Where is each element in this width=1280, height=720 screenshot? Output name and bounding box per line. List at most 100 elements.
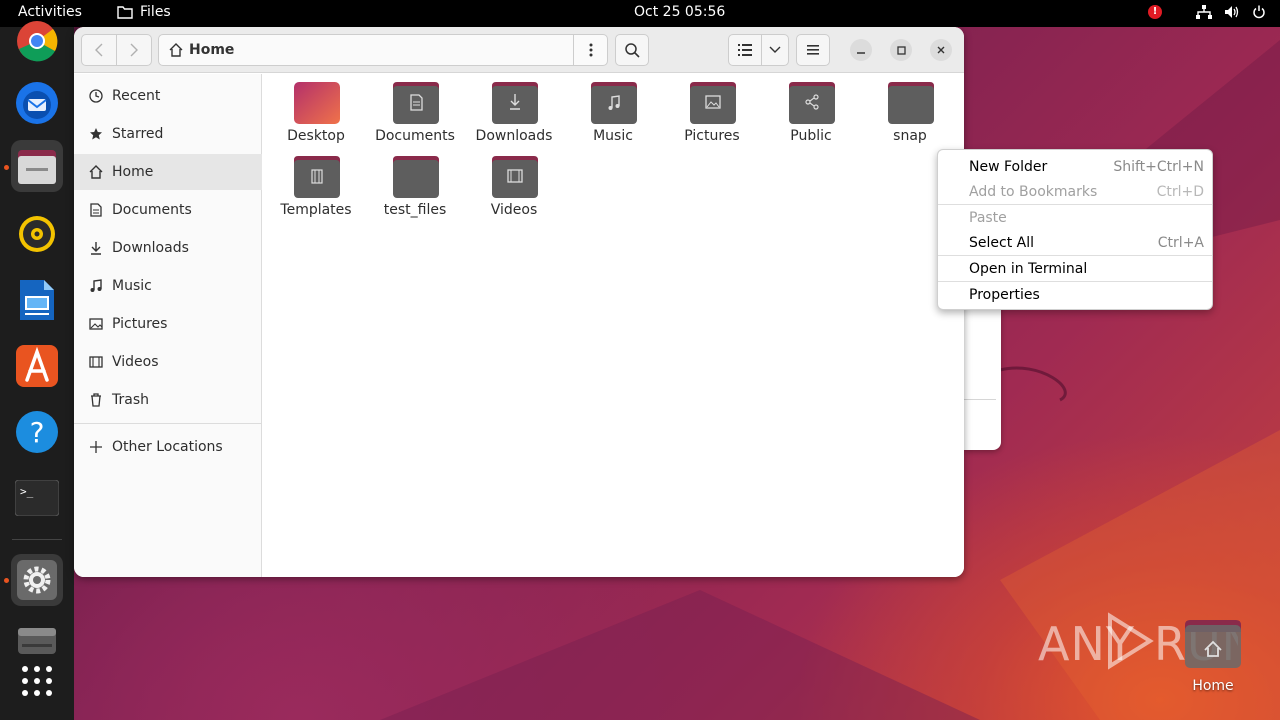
home-icon — [169, 43, 183, 57]
sidebar-item-home[interactable]: Home — [74, 154, 262, 190]
documents-folder-icon — [393, 82, 439, 124]
sidebar-item-starred[interactable]: Starred — [74, 116, 262, 152]
view-options-button[interactable] — [761, 34, 789, 66]
forward-button[interactable] — [116, 34, 152, 66]
folder-name: test_files — [383, 202, 447, 218]
menu-item-add-to-bookmarks[interactable]: Add to Bookmarks Ctrl+D — [938, 179, 1212, 204]
menu-item-label: Select All — [969, 234, 1034, 251]
downloads-folder-icon — [492, 82, 538, 124]
menu-item-paste[interactable]: Paste — [938, 205, 1212, 230]
folder-name: snap — [893, 128, 927, 144]
menu-item-shortcut: Ctrl+D — [1156, 183, 1204, 200]
app-menu-label: Files — [140, 4, 171, 20]
breadcrumb-home[interactable]: Home — [189, 42, 234, 58]
search-button[interactable] — [615, 34, 649, 66]
star-icon — [88, 126, 104, 142]
top-bar: Activities Files Oct 25 05:56 ! — [0, 0, 1280, 27]
app-center-icon[interactable] — [11, 340, 63, 392]
folder-name: Public — [790, 128, 832, 144]
sidebar-item-label: Starred — [112, 126, 164, 142]
home-icon — [88, 164, 104, 180]
sidebar-item-label: Pictures — [112, 316, 168, 332]
folder-videos[interactable]: Videos — [466, 148, 562, 218]
path-bar[interactable]: Home — [158, 34, 608, 66]
settings-icon[interactable] — [11, 554, 63, 606]
folder-test-files[interactable]: test_files — [367, 148, 463, 218]
menu-item-properties[interactable]: Properties — [938, 282, 1212, 307]
sidebar-item-videos[interactable]: Videos — [74, 344, 262, 380]
back-button[interactable] — [81, 34, 117, 66]
running-indicator — [4, 165, 9, 170]
folder-pictures[interactable]: Pictures — [664, 74, 760, 144]
show-apps-icon[interactable] — [11, 655, 63, 707]
volume-icon — [1224, 5, 1240, 19]
desktop-home-shortcut[interactable]: Home — [1183, 618, 1243, 698]
sidebar-item-recent[interactable]: Recent — [74, 78, 262, 114]
menu-item-new-folder[interactable]: New Folder Shift+Ctrl+N — [938, 154, 1212, 179]
terminal-icon[interactable]: >_ — [11, 472, 63, 524]
trash-icon — [88, 392, 104, 408]
sidebar-item-documents[interactable]: Documents — [74, 192, 262, 228]
sidebar-item-other-locations[interactable]: Other Locations — [74, 429, 262, 465]
folder-snap[interactable]: snap — [862, 74, 958, 144]
main-menu-button[interactable] — [796, 34, 830, 66]
hamburger-icon — [807, 45, 819, 55]
download-icon — [88, 240, 104, 256]
clock[interactable]: Oct 25 05:56 — [634, 4, 725, 20]
close-button[interactable] — [930, 39, 952, 61]
system-tray[interactable]: ! — [1148, 5, 1266, 19]
dock: ? >_ — [0, 21, 74, 720]
sidebar-item-downloads[interactable]: Downloads — [74, 230, 262, 266]
minimize-icon — [857, 46, 865, 54]
folder-name: Music — [593, 128, 633, 144]
maximize-button[interactable] — [890, 39, 912, 61]
minimize-button[interactable] — [850, 39, 872, 61]
path-menu-button[interactable] — [573, 35, 607, 65]
folder-name: Pictures — [684, 128, 740, 144]
view-toggle-button[interactable] — [728, 34, 762, 66]
folder-public[interactable]: Public — [763, 74, 859, 144]
power-icon — [1252, 5, 1266, 19]
pictures-folder-icon — [690, 82, 736, 124]
chrome-icon[interactable] — [11, 15, 63, 67]
music-folder-icon — [591, 82, 637, 124]
clock-icon — [88, 88, 104, 104]
menu-item-open-in-terminal[interactable]: Open in Terminal — [938, 256, 1212, 281]
folder-downloads[interactable]: Downloads — [466, 74, 562, 144]
folder-templates[interactable]: Templates — [268, 148, 364, 218]
svg-text:>_: >_ — [20, 485, 34, 498]
home-folder-icon — [1185, 620, 1241, 668]
sidebar-divider — [74, 423, 262, 424]
menu-item-select-all[interactable]: Select All Ctrl+A — [938, 230, 1212, 255]
sidebar-item-label: Trash — [112, 392, 149, 408]
desktop-icon-label: Home — [1192, 678, 1234, 694]
music-note-icon — [88, 278, 104, 294]
dock-separator — [12, 539, 62, 540]
folder-music[interactable]: Music — [565, 74, 661, 144]
picture-icon — [88, 316, 104, 332]
app-menu[interactable]: Files — [117, 4, 171, 20]
sidebar-item-label: Home — [112, 164, 154, 180]
sidebar-item-music[interactable]: Music — [74, 268, 262, 304]
libreoffice-writer-icon[interactable] — [11, 274, 63, 326]
plus-icon — [88, 439, 104, 455]
help-icon[interactable]: ? — [11, 406, 63, 458]
videos-folder-icon — [492, 156, 538, 198]
sidebar-item-label: Downloads — [112, 240, 189, 256]
file-view[interactable]: Desktop Documents Downloads Music Pictur… — [263, 74, 964, 577]
folder-name: Desktop — [287, 128, 345, 144]
desktop-folder-icon — [294, 82, 340, 124]
thunderbird-icon[interactable] — [11, 77, 63, 129]
kebab-icon — [589, 43, 593, 57]
sidebar-item-pictures[interactable]: Pictures — [74, 306, 262, 342]
folder-desktop[interactable]: Desktop — [268, 74, 364, 144]
sidebar-item-label: Documents — [112, 202, 192, 218]
menu-item-shortcut: Shift+Ctrl+N — [1113, 158, 1204, 175]
files-icon[interactable] — [11, 140, 63, 192]
running-indicator — [4, 578, 9, 583]
folder-documents[interactable]: Documents — [367, 74, 463, 144]
rhythmbox-icon[interactable] — [11, 208, 63, 260]
alert-icon[interactable]: ! — [1148, 5, 1162, 19]
chevron-right-icon — [130, 43, 138, 57]
sidebar-item-trash[interactable]: Trash — [74, 382, 262, 418]
